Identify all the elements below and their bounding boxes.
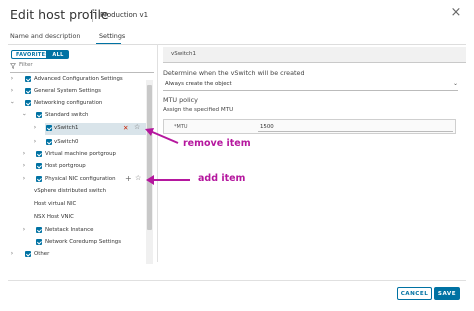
star-icon[interactable]: ☆	[135, 174, 141, 182]
tree-item-host-virtual-nic[interactable]: Host virtual NIC	[8, 199, 154, 210]
star-icon[interactable]: ☆	[134, 123, 140, 131]
tree-item-other[interactable]: › Other	[8, 249, 154, 260]
checkbox-checked-icon[interactable]	[25, 76, 31, 82]
tab-settings[interactable]: Settings	[99, 32, 125, 40]
tree-item-general-system-settings[interactable]: › General System Settings	[8, 86, 154, 97]
remove-item-annotation: remove item	[183, 138, 251, 149]
chevron-right-icon[interactable]: ›	[21, 150, 27, 157]
close-icon[interactable]: ×	[448, 5, 464, 21]
tabs-divider	[8, 44, 466, 45]
tree-item-label: General System Settings	[34, 87, 101, 94]
tree-item-label: Other	[34, 250, 50, 257]
footer-divider	[8, 280, 466, 281]
checkbox-checked-icon[interactable]	[36, 163, 42, 169]
filter-box	[10, 62, 154, 73]
tree-item-label: NSX Host VNIC	[34, 213, 74, 220]
settings-tree: › Advanced Configuration Settings › Gene…	[8, 74, 154, 260]
creation-policy-select[interactable]: Always create the object ⌄	[163, 80, 458, 91]
tree-item-label: Host portgroup	[45, 162, 86, 169]
favorites-all-toggle: FAVORITES ALL	[11, 50, 69, 59]
tree-item-label: Standard switch	[45, 111, 89, 118]
all-button[interactable]: ALL	[47, 50, 69, 59]
checkbox-checked-icon[interactable]	[36, 227, 42, 233]
checkbox-checked-icon[interactable]	[36, 176, 42, 182]
tree-item-vsphere-distributed-switch[interactable]: vSphere distributed switch	[8, 186, 154, 197]
checkbox-checked-icon[interactable]	[36, 151, 42, 157]
tree-item-label: vSwitch1	[54, 124, 79, 131]
tree-item-label: Host virtual NIC	[34, 200, 77, 207]
checkbox-checked-icon[interactable]	[46, 139, 52, 145]
tree-item-netstack-instance[interactable]: › Netstack Instance	[8, 225, 154, 236]
mtu-field-row: *MTU	[163, 119, 456, 134]
cancel-button[interactable]: CANCEL	[397, 287, 432, 300]
tree-item-networking-configuration[interactable]: › Networking configuration	[8, 98, 154, 109]
creation-policy-value: Always create the object	[165, 81, 232, 87]
tree-item-label: Netstack Instance	[45, 226, 94, 233]
detail-header-title: vSwitch1	[171, 51, 196, 57]
chevron-right-icon[interactable]: ›	[9, 250, 15, 257]
tree-item-label: Network Coredump Settings	[45, 238, 122, 245]
favorites-button[interactable]: FAVORITES	[11, 50, 49, 59]
tree-item-label: Physical NIC configuration	[45, 175, 116, 182]
tree-item-vswitch0[interactable]: › vSwitch0	[8, 137, 154, 148]
tree-item-label: Virtual machine portgroup	[45, 150, 116, 157]
chevron-right-icon[interactable]: ›	[9, 75, 15, 82]
chevron-right-icon[interactable]: ›	[32, 138, 38, 145]
mtu-input[interactable]	[258, 123, 453, 132]
edit-host-profile-dialog: Edit host profile Production v1 × Name a…	[0, 0, 474, 311]
detail-header: vSwitch1	[163, 47, 466, 63]
filter-input[interactable]	[19, 62, 149, 68]
tree-scrollbar-thumb[interactable]	[147, 85, 152, 230]
chevron-down-icon: ⌄	[452, 80, 458, 87]
tree-item-label: vSphere distributed switch	[34, 187, 107, 194]
tree-item-nsx-host-vnic[interactable]: NSX Host VNIC	[8, 212, 154, 223]
assign-mtu-label: Assign the specified MTU	[163, 107, 234, 113]
checkbox-checked-icon[interactable]	[36, 239, 42, 245]
checkbox-checked-icon[interactable]	[25, 251, 31, 257]
tree-item-label: vSwitch0	[54, 138, 79, 145]
checkbox-checked-icon[interactable]	[25, 88, 31, 94]
chevron-right-icon[interactable]: ›	[32, 124, 38, 131]
tree-item-advanced-configuration-settings[interactable]: › Advanced Configuration Settings	[8, 74, 154, 85]
chevron-down-icon[interactable]: ›	[9, 100, 16, 106]
chevron-right-icon[interactable]: ›	[21, 162, 27, 169]
tree-item-virtual-machine-portgroup[interactable]: › Virtual machine portgroup	[8, 149, 154, 160]
tree-item-label: Advanced Configuration Settings	[34, 75, 123, 82]
chevron-right-icon[interactable]: ›	[21, 175, 27, 182]
dialog-title: Edit host profile	[10, 7, 109, 22]
chevron-down-icon[interactable]: ›	[21, 112, 28, 118]
filter-icon	[10, 63, 16, 71]
chevron-right-icon[interactable]: ›	[9, 87, 15, 94]
mtu-policy-label: MTU policy	[163, 96, 198, 104]
panel-divider	[157, 44, 158, 262]
remove-icon[interactable]: ✕	[123, 124, 128, 132]
mtu-field-label: *MTU	[174, 124, 188, 130]
tab-name-and-description[interactable]: Name and description	[10, 32, 80, 40]
checkbox-checked-icon[interactable]	[36, 112, 42, 118]
title-separator	[92, 9, 93, 22]
tree-item-host-portgroup[interactable]: › Host portgroup	[8, 161, 154, 172]
add-item-annotation: add item	[198, 173, 246, 184]
chevron-right-icon[interactable]: ›	[21, 226, 27, 233]
add-icon[interactable]: +	[125, 174, 132, 183]
tree-item-network-coredump-settings[interactable]: Network Coredump Settings	[8, 237, 154, 248]
checkbox-checked-icon[interactable]	[25, 100, 31, 106]
checkbox-checked-icon[interactable]	[46, 125, 52, 131]
determine-creation-label: Determine when the vSwitch will be creat…	[163, 69, 305, 77]
tree-item-physical-nic-configuration[interactable]: › Physical NIC configuration + ☆	[8, 174, 154, 185]
save-button[interactable]: SAVE	[434, 287, 460, 300]
tree-item-vswitch1[interactable]: › vSwitch1 ✕ ☆	[34, 123, 150, 135]
tree-item-label: Networking configuration	[34, 99, 103, 106]
tree-item-standard-switch[interactable]: › Standard switch	[8, 110, 154, 121]
dialog-subtitle: Production v1	[100, 11, 149, 19]
